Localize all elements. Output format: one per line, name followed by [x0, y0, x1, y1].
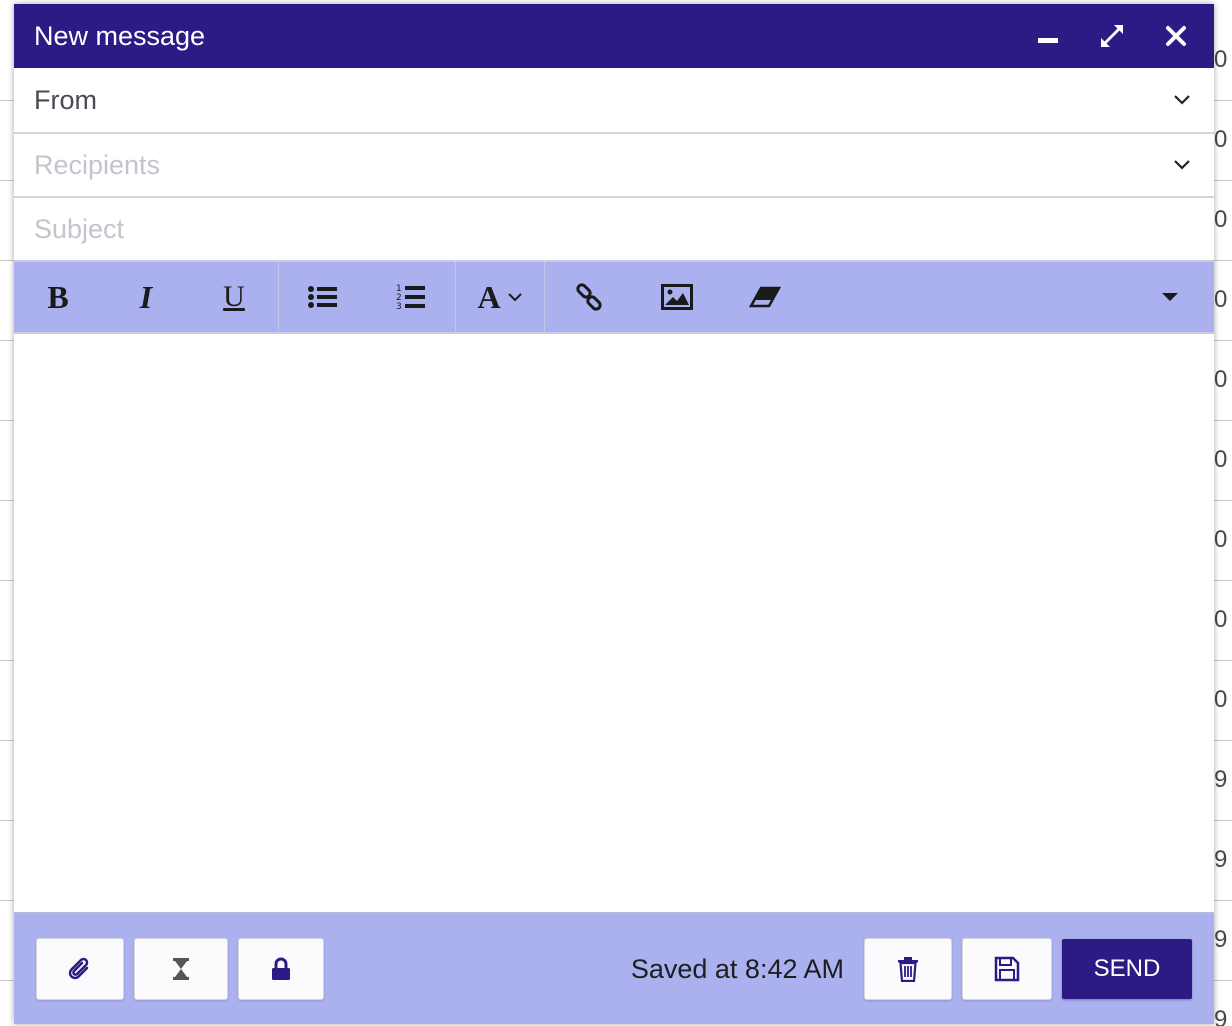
maximize-button[interactable] [1094, 18, 1130, 54]
more-toolbar-button[interactable] [1126, 262, 1214, 332]
save-icon [994, 956, 1020, 982]
close-button[interactable] [1158, 18, 1194, 54]
recipients-input[interactable]: Recipients [34, 150, 1170, 181]
bg-digit: 0 [1214, 206, 1228, 233]
compose-title: New message [34, 20, 206, 51]
encrypt-button[interactable] [238, 938, 324, 1000]
bg-digit: 9 [1214, 926, 1228, 953]
chevron-down-icon [1174, 160, 1190, 170]
from-dropdown-toggle[interactable] [1170, 88, 1194, 112]
clear-formatting-button[interactable] [721, 262, 809, 332]
message-body-editor[interactable] [14, 334, 1214, 912]
schedule-send-button[interactable] [134, 938, 228, 1000]
bold-icon: B [47, 278, 69, 315]
minimize-button[interactable] [1030, 18, 1066, 54]
from-label: From [34, 84, 97, 115]
bg-digit: 9 [1214, 846, 1228, 873]
link-button[interactable] [545, 262, 633, 332]
insert-image-button[interactable] [633, 262, 721, 332]
trash-icon [898, 957, 918, 982]
expand-icon [1101, 25, 1123, 47]
numbered-list-icon: 1 2 3 [396, 284, 425, 311]
italic-button[interactable]: I [102, 262, 190, 332]
link-icon [576, 283, 602, 311]
minimize-icon [1038, 38, 1058, 43]
bg-digit: 0 [1214, 526, 1228, 553]
subject-field [14, 198, 1214, 260]
bg-digit: 0 [1214, 46, 1228, 73]
font-style-button[interactable]: A [456, 262, 544, 332]
bg-digit: 0 [1214, 126, 1228, 153]
paperclip-icon [68, 957, 89, 980]
send-button[interactable]: SEND [1062, 939, 1192, 999]
lock-icon [272, 957, 290, 980]
delete-draft-button[interactable] [864, 938, 952, 1000]
italic-icon: I [139, 278, 153, 315]
hourglass-icon [173, 958, 189, 980]
attach-button[interactable] [36, 938, 124, 1000]
bullet-list-icon [308, 286, 337, 308]
recipients-dropdown-toggle[interactable] [1170, 153, 1194, 177]
compose-titlebar: New message [14, 4, 1214, 68]
bg-digit: 0 [1214, 686, 1228, 713]
font-icon: A [477, 278, 501, 315]
chevron-down-icon [1174, 95, 1190, 105]
compose-footer: Saved at 8:42 AM SEND [14, 912, 1214, 1024]
more-caret-icon [1162, 293, 1178, 301]
compose-window: New message From Recipients Subject B I … [14, 4, 1214, 1024]
bg-digit: 0 [1214, 446, 1228, 473]
bg-digit: 9 [1214, 1006, 1228, 1026]
save-draft-button[interactable] [962, 938, 1052, 1000]
image-icon [661, 284, 693, 310]
bullet-list-button[interactable] [279, 262, 367, 332]
eraser-icon [749, 286, 781, 308]
bg-digit: 9 [1214, 766, 1228, 793]
bg-digit: 0 [1214, 286, 1228, 313]
saved-status: Saved at 8:42 AM [630, 953, 844, 984]
svg-text:3: 3 [396, 302, 402, 311]
formatting-toolbar: B I U 1 2 3 A [14, 260, 1214, 334]
chevron-down-icon [507, 293, 522, 302]
bold-button[interactable]: B [14, 262, 102, 332]
bg-digit: 0 [1214, 606, 1228, 633]
recipients-field[interactable]: Recipients [14, 134, 1214, 198]
numbered-list-button[interactable]: 1 2 3 [367, 262, 455, 332]
bg-digit: 0 [1214, 366, 1228, 393]
underline-icon: U [223, 280, 245, 313]
from-field[interactable]: From [14, 68, 1214, 134]
close-icon [1166, 26, 1186, 46]
subject-input[interactable] [34, 213, 1194, 245]
underline-button[interactable]: U [190, 262, 278, 332]
